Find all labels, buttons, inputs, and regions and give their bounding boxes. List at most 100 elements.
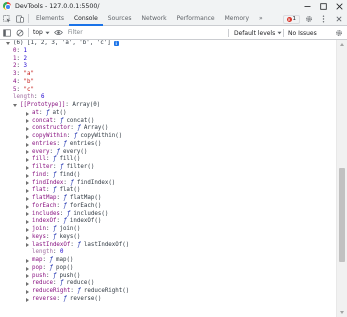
prototype-method-row[interactable]: includes: ƒ includes() bbox=[0, 211, 335, 219]
caret-right-icon[interactable] bbox=[26, 227, 29, 232]
prototype-method-row[interactable]: entries: ƒ entries() bbox=[0, 141, 335, 149]
tab-console[interactable]: Console bbox=[68, 12, 103, 26]
kebab-menu-icon[interactable] bbox=[317, 13, 330, 26]
caret-right-icon[interactable] bbox=[26, 127, 29, 132]
prototype-method-row[interactable]: indexOf: ƒ indexOf() bbox=[0, 218, 335, 226]
console-scrollbar[interactable] bbox=[336, 40, 347, 317]
context-selector[interactable]: top bbox=[31, 28, 52, 38]
caret-right-icon[interactable] bbox=[26, 282, 29, 287]
issues-button[interactable]: No Issues bbox=[288, 28, 317, 38]
minimize-icon[interactable] bbox=[299, 0, 315, 12]
method-colon: : bbox=[59, 210, 67, 217]
caret-right-icon[interactable] bbox=[26, 274, 29, 279]
prototype-method-row[interactable]: find: ƒ find() bbox=[0, 172, 335, 180]
close-icon[interactable] bbox=[331, 0, 347, 12]
prototype-method-row[interactable]: reduceRight: ƒ reduceRight() bbox=[0, 288, 335, 296]
array-entry-row: 1: 2 bbox=[0, 56, 335, 64]
prototype-row[interactable]: [[Prototype]]: Array(0) bbox=[0, 102, 335, 110]
caret-right-icon[interactable] bbox=[26, 173, 29, 178]
caret-right-icon[interactable] bbox=[26, 196, 29, 201]
tab-network[interactable]: Network bbox=[137, 12, 172, 26]
window-titlebar: DevTools - 127.0.0.1:5500/ bbox=[0, 0, 347, 12]
tab-elements[interactable]: Elements bbox=[31, 12, 69, 26]
prototype-method-row[interactable]: reverse: ƒ reverse() bbox=[0, 296, 335, 304]
device-toolbar-icon[interactable] bbox=[13, 12, 26, 25]
prototype-method-row[interactable]: copyWithin: ƒ copyWithin() bbox=[0, 133, 335, 141]
caret-right-icon[interactable] bbox=[26, 111, 29, 116]
caret-right-icon[interactable] bbox=[26, 297, 29, 302]
method-key: push bbox=[32, 272, 46, 279]
caret-right-icon[interactable] bbox=[26, 134, 29, 139]
function-marker: ƒ bbox=[52, 171, 57, 178]
prototype-method-row[interactable]: join: ƒ join() bbox=[0, 226, 335, 234]
live-expression-eye-icon[interactable] bbox=[52, 26, 65, 39]
clear-console-icon[interactable] bbox=[13, 26, 26, 39]
maximize-icon[interactable] bbox=[315, 0, 331, 12]
prototype-method-row[interactable]: constructor: ƒ Array() bbox=[0, 125, 335, 133]
array-entry-row: 5: "c" bbox=[0, 87, 335, 95]
console-output[interactable]: (6) [1, 2, 3, 'a', 'b', 'c'] i 0: 11: 22… bbox=[0, 40, 335, 317]
array-header-row[interactable]: (6) [1, 2, 3, 'a', 'b', 'c'] i bbox=[0, 40, 335, 48]
method-colon: : bbox=[56, 295, 64, 302]
prototype-method-row[interactable]: reduce: ƒ reduce() bbox=[0, 280, 335, 288]
prototype-method-row[interactable]: forEach: ƒ forEach() bbox=[0, 203, 335, 211]
method-key: findIndex bbox=[32, 179, 64, 186]
prototype-method-row[interactable]: findIndex: ƒ findIndex() bbox=[0, 180, 335, 188]
prototype-method-row[interactable]: filter: ƒ filter() bbox=[0, 164, 335, 172]
caret-right-icon[interactable] bbox=[26, 212, 29, 217]
error-count-badge[interactable]: × 1 bbox=[282, 14, 300, 24]
settings-gear-icon[interactable] bbox=[302, 13, 315, 26]
length-value: 6 bbox=[40, 94, 45, 101]
prototype-method-row[interactable]: flat: ƒ flat() bbox=[0, 187, 335, 195]
prototype-method-row[interactable]: map: ƒ map() bbox=[0, 257, 335, 265]
scroll-down-arrow-icon[interactable] bbox=[340, 311, 344, 314]
log-levels-dropdown[interactable]: Default levels bbox=[234, 28, 282, 38]
tab-memory[interactable]: Memory bbox=[220, 12, 254, 26]
prototype-method-row[interactable]: concat: ƒ concat() bbox=[0, 118, 335, 126]
array-preview: (6) [1, 2, 3, 'a', 'b', 'c'] bbox=[13, 40, 111, 46]
prototype-method-row[interactable]: flatMap: ƒ flatMap() bbox=[0, 195, 335, 203]
scrollbar-thumb[interactable] bbox=[339, 168, 345, 262]
prototype-method-row[interactable]: every: ƒ every() bbox=[0, 149, 335, 157]
prototype-value: Array(0) bbox=[72, 102, 101, 108]
length-colon: : bbox=[33, 94, 41, 101]
scroll-up-arrow-icon[interactable] bbox=[340, 43, 344, 46]
caret-right-icon[interactable] bbox=[26, 150, 29, 155]
caret-right-icon[interactable] bbox=[26, 189, 29, 194]
tab-performance[interactable]: Performance bbox=[172, 12, 220, 26]
caret-right-icon[interactable] bbox=[26, 220, 29, 225]
method-signature: Array() bbox=[83, 125, 109, 132]
filter-input[interactable] bbox=[67, 27, 208, 38]
caret-right-icon[interactable] bbox=[26, 119, 29, 124]
tab-label: Console bbox=[73, 15, 98, 22]
tab-sources[interactable]: Sources bbox=[103, 12, 137, 26]
prototype-method-row[interactable]: at: ƒ at() bbox=[0, 110, 335, 118]
more-tabs-button[interactable]: » bbox=[254, 12, 268, 26]
method-key: find bbox=[32, 171, 46, 178]
caret-down-icon[interactable] bbox=[6, 42, 10, 46]
chrome-logo-icon bbox=[3, 2, 11, 10]
caret-right-icon[interactable] bbox=[26, 158, 29, 163]
prototype-method-row[interactable]: lastIndexOf: ƒ lastIndexOf() bbox=[0, 242, 335, 250]
inspect-element-icon[interactable] bbox=[0, 12, 13, 25]
caret-right-icon[interactable] bbox=[26, 243, 29, 248]
caret-right-icon[interactable] bbox=[26, 204, 29, 209]
caret-right-icon[interactable] bbox=[26, 289, 29, 294]
caret-right-icon[interactable] bbox=[26, 165, 29, 170]
sidebar-toggle-icon[interactable] bbox=[0, 26, 13, 39]
caret-right-icon[interactable] bbox=[26, 258, 29, 263]
caret-right-icon[interactable] bbox=[26, 266, 29, 271]
prototype-method-row[interactable]: fill: ƒ fill() bbox=[0, 156, 335, 164]
method-colon: : bbox=[52, 164, 60, 170]
caret-right-icon[interactable] bbox=[26, 142, 29, 147]
info-icon[interactable]: i bbox=[113, 41, 119, 47]
prototype-method-row[interactable]: keys: ƒ keys() bbox=[0, 234, 335, 242]
caret-down-icon[interactable] bbox=[13, 104, 17, 108]
log-levels-label: Default levels bbox=[234, 29, 276, 37]
caret-right-icon[interactable] bbox=[26, 235, 29, 240]
close-devtools-icon[interactable] bbox=[332, 13, 345, 26]
prototype-method-row[interactable]: push: ƒ push() bbox=[0, 273, 335, 281]
console-settings-gear-icon[interactable] bbox=[334, 28, 344, 38]
caret-right-icon[interactable] bbox=[26, 181, 29, 186]
prototype-method-row[interactable]: pop: ƒ pop() bbox=[0, 265, 335, 273]
